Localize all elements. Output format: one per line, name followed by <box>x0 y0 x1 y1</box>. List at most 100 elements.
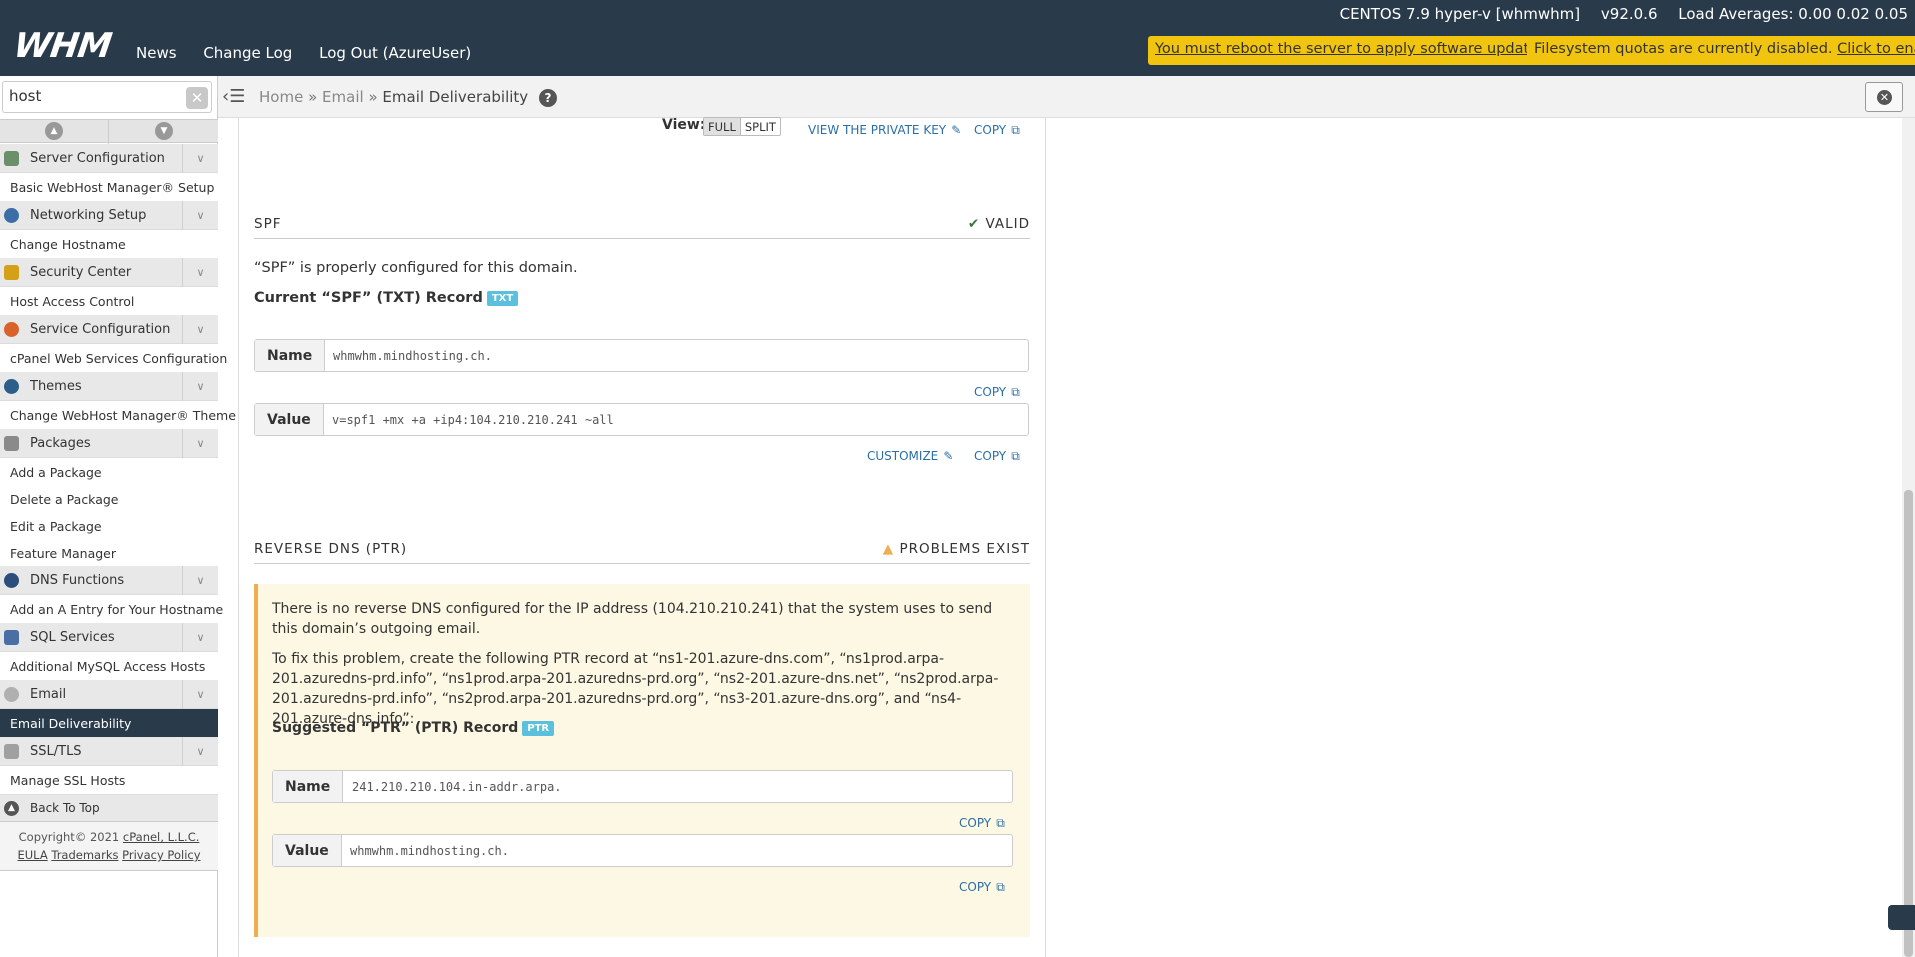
chevron-down-icon[interactable]: ∨ <box>182 680 218 709</box>
ptr-section-title: REVERSE DNS (PTR) ▲ PROBLEMS EXIST <box>254 541 1030 564</box>
chevron-down-icon[interactable]: ∨ <box>182 623 218 652</box>
category-email[interactable]: Email ∨ <box>0 680 218 709</box>
themes-icon <box>4 379 19 394</box>
chevron-down-icon[interactable]: ∨ <box>182 315 218 344</box>
category-dns-functions[interactable]: DNS Functions ∨ <box>0 566 218 595</box>
category-label: DNS Functions <box>30 573 125 588</box>
chevron-down-icon[interactable]: ∨ <box>182 372 218 401</box>
view-split-button[interactable]: SPLIT <box>739 118 780 135</box>
spf-name-value[interactable]: whmwhm.mindhosting.ch. <box>333 349 492 363</box>
category-label: Email <box>30 687 67 702</box>
company-link[interactable]: cPanel, L.L.C. <box>123 830 199 844</box>
sidebar-toggle-icon[interactable]: ‹☰ <box>222 86 248 107</box>
ptr-value-copy-link[interactable]: COPY ⧉ <box>959 876 1005 895</box>
sidebar-menu: Server Configuration ∨ Basic WebHost Mana… <box>0 144 236 871</box>
breadcrumb-bar: Home » Email » Email Deliverability ? ✕ <box>218 76 1915 118</box>
sidebar-item-basic-setup[interactable]: Basic WebHost Manager® Setup <box>0 173 218 201</box>
privacy-policy-link[interactable]: Privacy Policy <box>122 848 200 862</box>
reboot-notice-link[interactable]: You must reboot the server to apply soft… <box>1155 41 1550 57</box>
ptr-name-value[interactable]: 241.210.210.104.in-addr.arpa. <box>352 780 562 794</box>
category-ssl-tls[interactable]: SSL/TLS ∨ <box>0 737 218 766</box>
spf-value-copy-link[interactable]: COPY ⧉ <box>974 445 1020 464</box>
chevron-down-icon[interactable]: ∨ <box>182 144 218 173</box>
ptr-name-copy-link[interactable]: COPY ⧉ <box>959 812 1005 831</box>
close-button[interactable]: ✕ <box>1865 82 1903 112</box>
expand-all-icon[interactable]: ▼ <box>155 122 173 140</box>
clear-search-icon[interactable]: ✕ <box>186 87 208 109</box>
sidebar-item-edit-package[interactable]: Edit a Package <box>0 512 218 539</box>
search-input[interactable] <box>9 87 179 105</box>
nav-news[interactable]: News <box>136 44 177 62</box>
collapse-all-icon[interactable]: ▲ <box>45 122 63 140</box>
quota-enable-link[interactable]: Click to enable. <box>1837 41 1915 57</box>
quota-notice: Filesystem quotas are currently disabled… <box>1527 36 1915 65</box>
system-info: CENTOS 7.9 hyper-v [whmwhm] v92.0.6 Load… <box>1324 5 1908 23</box>
sidebar-item-mysql-access-hosts[interactable]: Additional MySQL Access Hosts <box>0 652 218 680</box>
category-networking-setup[interactable]: Networking Setup ∨ <box>0 201 218 230</box>
view-full-button[interactable]: FULL <box>704 118 740 135</box>
service-icon <box>4 322 19 337</box>
spf-title: SPF <box>254 216 282 232</box>
category-packages[interactable]: Packages ∨ <box>0 429 218 458</box>
sidebar-item-delete-package[interactable]: Delete a Package <box>0 485 218 512</box>
chevron-down-icon[interactable]: ∨ <box>182 737 218 766</box>
sidebar-item-add-package[interactable]: Add a Package <box>0 458 218 485</box>
breadcrumb-home[interactable]: Home <box>259 88 303 106</box>
sidebar-item-cpanel-web-services[interactable]: cPanel Web Services Configuration <box>0 344 227 372</box>
copy-icon: ⧉ <box>1011 123 1020 137</box>
reboot-notice[interactable]: You must reboot the server to apply soft… <box>1148 36 1558 65</box>
copy-icon: ⧉ <box>996 816 1005 830</box>
spf-value-value[interactable]: v=spf1 +mx +a +ip4:104.210.210.241 ~all <box>332 413 614 427</box>
spf-record-heading: Current “SPF” (TXT) Record TXT <box>254 290 519 306</box>
spf-status: ✔ VALID <box>968 216 1030 232</box>
sidebar-item-add-a-entry[interactable]: Add an A Entry for Your Hostname <box>0 595 223 623</box>
breadcrumb-separator: » <box>368 88 378 106</box>
top-nav: News Change Log Log Out (AzureUser) <box>136 44 493 62</box>
spf-name-copy-link[interactable]: COPY ⧉ <box>974 381 1020 400</box>
content-border <box>238 118 239 957</box>
sidebar-item-change-hostname[interactable]: Change Hostname <box>0 230 218 258</box>
ptr-fix-text: To fix this problem, create the followin… <box>272 651 999 727</box>
nav-change-log[interactable]: Change Log <box>203 44 292 62</box>
pencil-icon: ✎ <box>951 123 962 137</box>
database-icon <box>4 630 19 645</box>
scrollbar-thumb[interactable] <box>1904 490 1913 957</box>
dkim-copy-link[interactable]: COPY ⧉ <box>974 119 1020 138</box>
dns-icon <box>4 573 19 588</box>
category-service-configuration[interactable]: Service Configuration ∨ <box>0 315 218 344</box>
back-to-top[interactable]: ▲ Back To Top <box>0 794 218 821</box>
chat-widget-icon[interactable] <box>1888 905 1915 930</box>
whm-logo[interactable]: WHM <box>11 26 113 66</box>
chevron-down-icon[interactable]: ∨ <box>182 258 218 287</box>
package-icon <box>4 436 19 451</box>
spf-section-title: SPF ✔ VALID <box>254 216 1030 239</box>
spf-record-heading-text: Current “SPF” (TXT) Record <box>254 290 483 306</box>
ptr-value-value[interactable]: whmwhm.mindhosting.ch. <box>350 844 509 858</box>
network-icon <box>4 208 19 223</box>
breadcrumb-email[interactable]: Email <box>322 88 364 106</box>
eula-link[interactable]: EULA <box>17 848 47 862</box>
sidebar-item-email-deliverability[interactable]: Email Deliverability <box>0 709 218 737</box>
nav-logout[interactable]: Log Out (AzureUser) <box>319 44 471 62</box>
sidebar-item-feature-manager[interactable]: Feature Manager <box>0 539 218 566</box>
ptr-status: ▲ PROBLEMS EXIST <box>883 541 1030 557</box>
category-server-configuration[interactable]: Server Configuration ∨ <box>0 144 218 173</box>
category-security-center[interactable]: Security Center ∨ <box>0 258 218 287</box>
spf-value-field: Value v=spf1 +mx +a +ip4:104.210.210.241… <box>254 403 1029 436</box>
sidebar-item-host-access-control[interactable]: Host Access Control <box>0 287 218 315</box>
chevron-down-icon[interactable]: ∨ <box>182 201 218 230</box>
ptr-value-label: Value <box>273 835 342 866</box>
sidebar-item-change-theme[interactable]: Change WebHost Manager® Theme <box>0 401 236 429</box>
chevron-down-icon[interactable]: ∨ <box>182 566 218 595</box>
spf-customize-link[interactable]: CUSTOMIZE ✎ <box>867 445 953 464</box>
category-sql-services[interactable]: SQL Services ∨ <box>0 623 218 652</box>
trademarks-link[interactable]: Trademarks <box>51 848 118 862</box>
category-themes[interactable]: Themes ∨ <box>0 372 218 401</box>
help-icon[interactable]: ? <box>538 89 557 107</box>
sidebar-item-manage-ssl-hosts[interactable]: Manage SSL Hosts <box>0 766 218 794</box>
view-private-key-link[interactable]: VIEW THE PRIVATE KEY ✎ <box>808 119 961 138</box>
chevron-down-icon[interactable]: ∨ <box>182 429 218 458</box>
load-averages: Load Averages: 0.00 0.02 0.05 <box>1678 5 1908 23</box>
breadcrumb: Home » Email » Email Deliverability ? <box>259 88 557 107</box>
page-scrollbar[interactable] <box>1902 118 1915 957</box>
